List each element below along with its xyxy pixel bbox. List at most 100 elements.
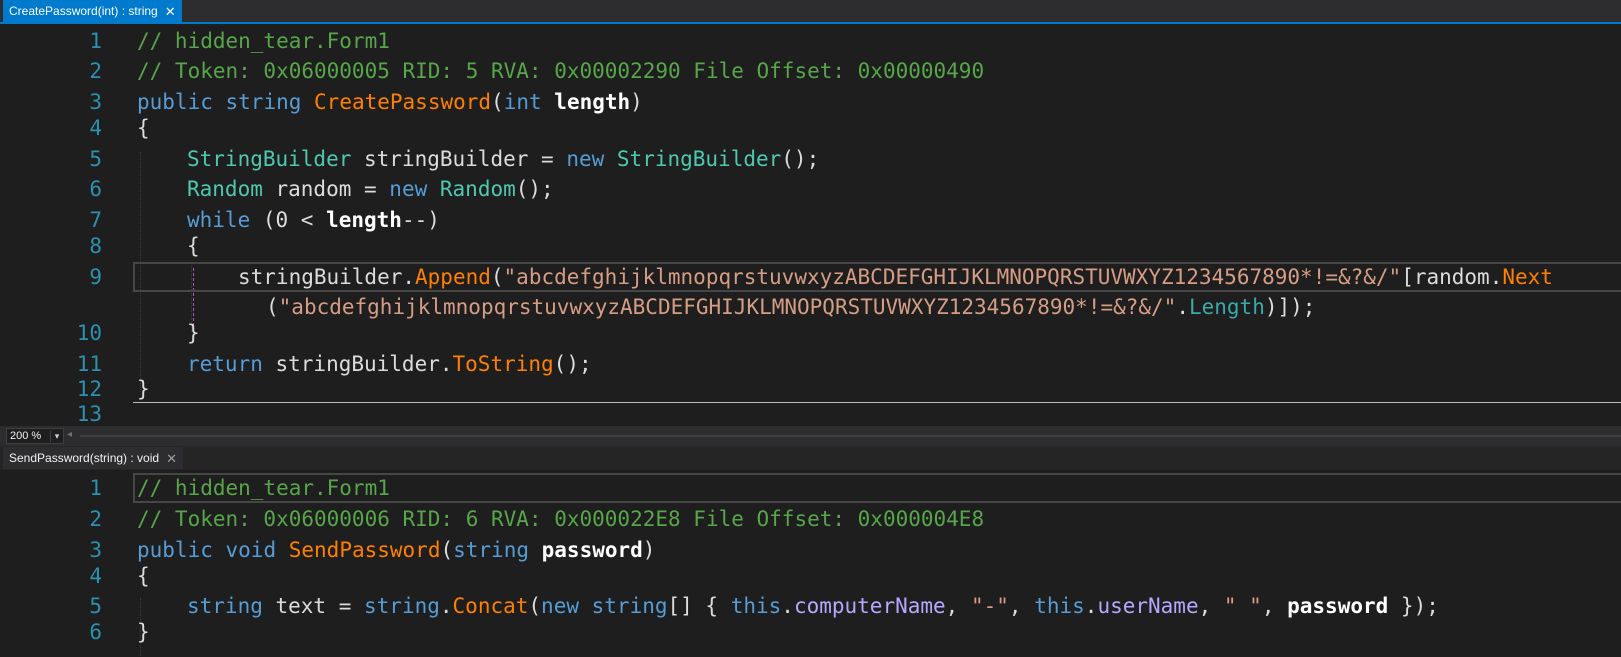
keyword: this — [1034, 594, 1085, 618]
field-name[interactable]: computerName — [794, 594, 946, 618]
close-icon[interactable]: ✕ — [165, 5, 176, 18]
type-name[interactable]: StringBuilder — [187, 147, 351, 171]
scroll-left-icon[interactable]: ◂ — [67, 429, 72, 440]
punctuation: ( — [490, 265, 504, 289]
punctuation: ( — [528, 594, 542, 618]
code-text: (); — [515, 177, 554, 201]
close-icon[interactable]: ✕ — [166, 452, 177, 465]
line-number: 1 — [89, 29, 102, 53]
comment: // Token: 0x06000005 RID: 5 RVA: 0x00002… — [137, 59, 985, 83]
punctuation: , — [1008, 594, 1035, 618]
code-text: text = — [262, 594, 365, 618]
keyword: while — [187, 208, 251, 232]
code-line: 2 // Token: 0x06000005 RID: 5 RVA: 0x000… — [0, 56, 1621, 86]
property-name[interactable]: Length — [1189, 295, 1265, 319]
keyword: public — [137, 538, 213, 562]
parameter: length — [554, 90, 631, 114]
brace: } — [137, 620, 150, 644]
punctuation: . — [1084, 594, 1098, 618]
method-name[interactable]: Next — [1502, 265, 1553, 289]
parameter: length — [326, 208, 402, 232]
code-text: stringBuilder = — [351, 147, 567, 171]
statement: StringBuilder stringBuilder = new String… — [187, 144, 819, 174]
code-editor-top[interactable]: 1 // hidden_tear.Form1 2 // Token: 0x060… — [0, 24, 1621, 426]
code-text: random = — [262, 177, 390, 201]
comment: // hidden_tear.Form1 — [137, 476, 390, 500]
punctuation: ( — [491, 90, 504, 114]
method-name[interactable]: SendPassword — [289, 538, 441, 562]
keyword: string — [591, 594, 668, 618]
brace: { — [137, 564, 150, 588]
code-line: 2 // Token: 0x06000006 RID: 6 RVA: 0x000… — [0, 504, 1621, 534]
line-number: 4 — [89, 564, 102, 588]
code-line: 4 { — [0, 561, 1621, 591]
code-editor-bottom[interactable]: 1 // hidden_tear.Form1 2 // Token: 0x060… — [0, 470, 1621, 657]
code-text: (0 < — [250, 208, 327, 232]
punctuation: . — [1176, 295, 1189, 319]
code-text: (); — [781, 147, 820, 171]
method-name[interactable]: Append — [415, 265, 491, 289]
tab-title: CreatePassword(int) : string — [9, 4, 158, 18]
code-line: 1 // hidden_tear.Form1 — [0, 26, 1621, 56]
code-text: [random. — [1401, 265, 1503, 289]
code-text: --) — [401, 208, 440, 232]
keyword: string — [364, 594, 440, 618]
type-name[interactable]: Random — [187, 177, 263, 201]
editor-status-bar: 200 % ▾ ◂ — [0, 426, 1621, 446]
code-line: 4 { — [0, 113, 1621, 143]
line-number: 5 — [89, 147, 102, 171]
keyword: this — [730, 594, 782, 618]
comment: // Token: 0x06000006 RID: 6 RVA: 0x00002… — [137, 507, 985, 531]
zoom-select[interactable]: 200 % ▾ — [6, 428, 64, 444]
string-literal: " " — [1223, 594, 1262, 618]
type-name[interactable]: Random — [440, 177, 516, 201]
punctuation: , — [1198, 594, 1224, 618]
line-number: 2 — [89, 59, 102, 83]
statement: stringBuilder.Append("abcdefghijklmnopqr… — [238, 262, 1553, 292]
code-line: 6 Random random = new Random(); — [0, 174, 1621, 204]
field-name[interactable]: userName — [1097, 594, 1198, 618]
code-line: 10 } — [0, 318, 1621, 348]
keyword: string — [225, 90, 302, 114]
keyword: public — [137, 90, 213, 114]
method-name[interactable]: CreatePassword — [314, 90, 491, 114]
horizontal-scrollbar[interactable] — [80, 435, 1621, 437]
line-number: 2 — [89, 507, 102, 531]
parameter: password — [541, 538, 643, 562]
string-literal: "abcdefghijklmnopqrstuvwxyzABCDEFGHIJKLM… — [503, 265, 1402, 289]
line-number: 8 — [89, 234, 102, 258]
chevron-down-icon[interactable]: ▾ — [50, 430, 63, 442]
tab-create-password[interactable]: CreatePassword(int) : string ✕ — [3, 0, 182, 22]
punctuation: . — [439, 594, 453, 618]
tab-title: SendPassword(string) : void — [9, 451, 160, 465]
code-line: 6 } — [0, 617, 1621, 647]
statement: Random random = new Random(); — [187, 174, 554, 204]
type-name[interactable]: StringBuilder — [617, 147, 781, 171]
line-number: 4 — [89, 116, 102, 140]
brace: { — [187, 234, 200, 258]
line-number: 6 — [89, 177, 102, 201]
keyword: new — [541, 594, 579, 618]
line-number: 9 — [89, 265, 102, 289]
tab-send-password[interactable]: SendPassword(string) : void ✕ — [3, 447, 183, 469]
parameter: password — [1287, 594, 1389, 618]
code-line: 8 { — [0, 231, 1621, 261]
brace: } — [187, 321, 200, 345]
punctuation: , — [1261, 594, 1288, 618]
brace: { — [137, 116, 150, 140]
method-name[interactable]: Concat — [453, 594, 529, 618]
keyword: new — [389, 177, 428, 201]
keyword: new — [566, 147, 605, 171]
method-name[interactable]: ToString — [453, 352, 554, 376]
code-line: 5 StringBuilder stringBuilder = new Stri… — [0, 144, 1621, 174]
code-text: )]); — [1264, 295, 1316, 319]
code-line: 1 // hidden_tear.Form1 — [0, 473, 1621, 503]
string-literal: "-" — [970, 594, 1009, 618]
keyword: string — [453, 538, 529, 562]
keyword: int — [503, 90, 542, 114]
line-number: 1 — [89, 476, 102, 500]
punctuation: . — [781, 594, 794, 618]
top-tab-bar: CreatePassword(int) : string ✕ — [0, 0, 1621, 24]
line-number: 13 — [76, 402, 102, 426]
comment: // hidden_tear.Form1 — [137, 29, 390, 53]
